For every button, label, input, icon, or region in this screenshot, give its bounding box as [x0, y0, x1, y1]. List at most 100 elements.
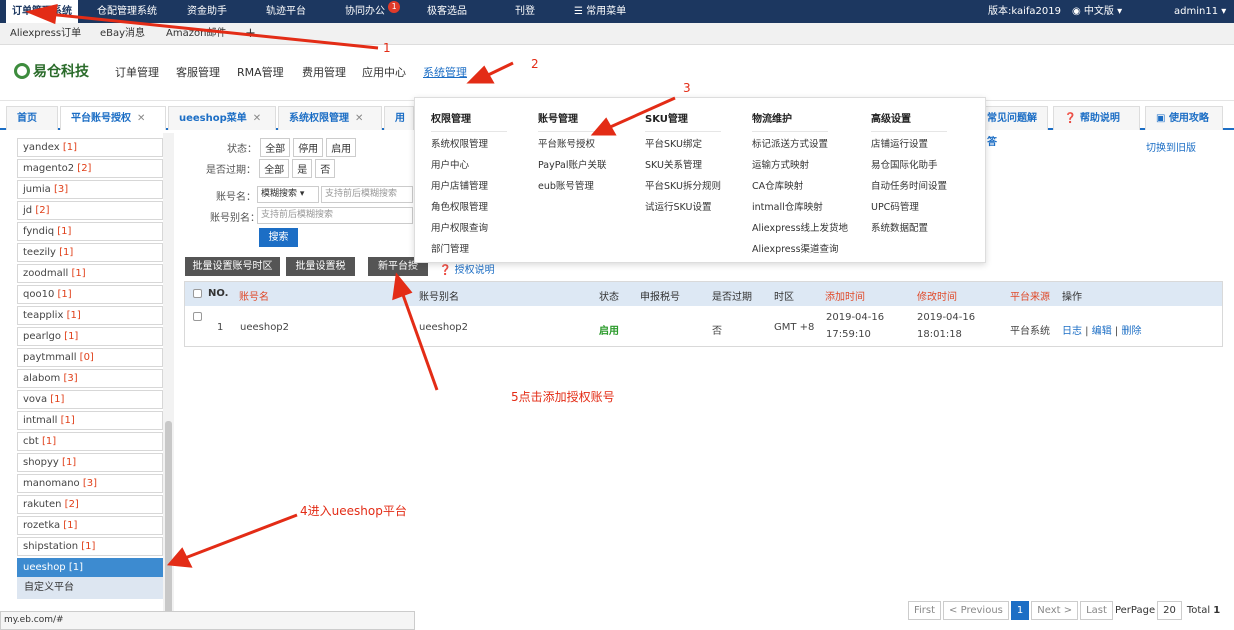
nav-apps[interactable]: 应用中心 [362, 64, 406, 80]
status-all-button[interactable]: 全部 [260, 138, 291, 157]
top-nav-tracking[interactable]: 轨迹平台 [266, 0, 306, 23]
menu-item[interactable]: 试运行SKU设置 [645, 201, 721, 222]
language-switch[interactable]: ◉ 中文版 ▾ [1072, 0, 1122, 23]
sidebar-group-custom[interactable]: 自定义平台 [17, 577, 163, 599]
prev-page-button[interactable]: < Previous [943, 601, 1009, 620]
sidebar-item-teezily[interactable]: teezily [1] [17, 243, 163, 262]
scrollbar-thumb[interactable] [165, 421, 172, 621]
tab-ueeshop-menu[interactable]: ueeshop菜单 ✕ [168, 106, 276, 130]
tab-home[interactable]: 首页 [6, 106, 58, 130]
menu-item[interactable]: UPC码管理 [871, 201, 947, 222]
log-link[interactable]: 日志 [1062, 326, 1082, 337]
user-menu[interactable]: admin11 ▾ [1174, 0, 1226, 23]
status-disabled-button[interactable]: 停用 [293, 138, 324, 157]
tab-guide[interactable]: ▣ 使用攻略 [1145, 106, 1223, 130]
menu-item[interactable]: Aliexpress渠道查询 [752, 243, 848, 264]
sidebar-item-alabom[interactable]: alabom [3] [17, 369, 163, 388]
tab-platform-auth[interactable]: 平台账号授权 ✕ [60, 106, 166, 130]
close-icon[interactable]: ✕ [355, 113, 363, 124]
sidebar-item-magento2[interactable]: magento2 [2] [17, 159, 163, 178]
status-enabled-button[interactable]: 启用 [326, 138, 357, 157]
top-nav-office[interactable]: 协同办公 1 [345, 0, 401, 23]
menu-item[interactable]: 用户中心 [431, 159, 507, 180]
delete-link[interactable]: 删除 [1121, 326, 1141, 337]
sidebar-item-vova[interactable]: vova [1] [17, 390, 163, 409]
nav-system[interactable]: 系统管理 [423, 64, 467, 80]
quick-tab-ebay[interactable]: eBay消息 [100, 23, 145, 45]
quick-tab-amazon[interactable]: Amazon邮件 [166, 23, 226, 45]
menu-item-platform-auth[interactable]: 平台账号授权 [538, 138, 614, 159]
sidebar-item-shipstation[interactable]: shipstation [1] [17, 537, 163, 556]
menu-item[interactable]: 自动任务时间设置 [871, 180, 947, 201]
batch-tax-button[interactable]: 批量设置税号 [286, 257, 355, 291]
sidebar-scrollbar[interactable] [163, 133, 174, 630]
close-icon[interactable]: ✕ [137, 113, 145, 124]
sidebar-item-shopyy[interactable]: shopyy [1] [17, 453, 163, 472]
tab-system-perm[interactable]: 系统权限管理 ✕ [278, 106, 382, 130]
sidebar-item-cbt[interactable]: cbt [1] [17, 432, 163, 451]
sidebar-item-jd[interactable]: jd [2] [17, 201, 163, 220]
sidebar-item-teapplix[interactable]: teapplix [1] [17, 306, 163, 325]
col-added-time[interactable]: 添加时间 [825, 288, 865, 303]
tab-user[interactable]: 用户 [384, 106, 414, 130]
menu-item[interactable]: 部门管理 [431, 243, 507, 264]
sidebar-item-intmall[interactable]: intmall [1] [17, 411, 163, 430]
expired-all-button[interactable]: 全部 [259, 159, 290, 178]
nav-order[interactable]: 订单管理 [115, 64, 159, 80]
menu-item[interactable]: Aliexpress线上发货地 [752, 222, 848, 243]
nav-fees[interactable]: 费用管理 [302, 64, 346, 80]
tab-faq[interactable]: 常见问题解答 [976, 106, 1048, 148]
menu-item[interactable]: 系统数据配置 [871, 222, 947, 243]
close-icon[interactable]: ✕ [253, 113, 261, 124]
perpage-input[interactable]: 20 [1157, 601, 1182, 620]
menu-item[interactable]: 角色权限管理 [431, 201, 507, 222]
account-input[interactable]: 支持前后模糊搜索 [321, 186, 413, 203]
menu-item[interactable]: 平台SKU拆分规则 [645, 180, 721, 201]
account-mode-select[interactable]: 模糊搜索 ▾ [257, 186, 319, 203]
top-nav-order-system[interactable]: 订单管理系统 [6, 0, 78, 23]
sidebar-item-ueeshop[interactable]: ueeshop [1] [17, 558, 163, 577]
top-nav-listing[interactable]: 刊登 [515, 0, 535, 23]
next-page-button[interactable]: Next > [1031, 601, 1079, 620]
menu-item[interactable]: 用户权限查询 [431, 222, 507, 243]
last-page-button[interactable]: Last [1080, 601, 1113, 620]
menu-item[interactable]: eub账号管理 [538, 180, 614, 201]
menu-item[interactable]: 店铺运行设置 [871, 138, 947, 159]
sidebar-item-jumia[interactable]: jumia [3] [17, 180, 163, 199]
current-page[interactable]: 1 [1010, 601, 1030, 620]
select-all-checkbox[interactable] [193, 289, 202, 298]
sidebar-item-pearlgo[interactable]: pearlgo [1] [17, 327, 163, 346]
quick-tab-aliexpress[interactable]: Aliexpress订单 [10, 23, 81, 45]
menu-item[interactable]: intmall仓库映射 [752, 201, 848, 222]
nav-service[interactable]: 客服管理 [176, 64, 220, 80]
top-nav-selection[interactable]: 极客选品 [427, 0, 467, 23]
menu-item[interactable]: 运输方式映射 [752, 159, 848, 180]
edit-link[interactable]: 编辑 [1092, 326, 1112, 337]
menu-item[interactable]: 用户店铺管理 [431, 180, 507, 201]
search-button[interactable]: 搜索 [259, 228, 298, 247]
nav-rma[interactable]: RMA管理 [237, 64, 284, 80]
switch-old-link[interactable]: 切换到旧版 [1146, 139, 1196, 154]
col-modified-time[interactable]: 修改时间 [917, 288, 957, 303]
row-checkbox[interactable] [193, 312, 202, 321]
col-account[interactable]: 账号名 [239, 288, 269, 303]
expired-no-button[interactable]: 否 [315, 159, 336, 178]
sidebar-item-qoo10[interactable]: qoo10 [1] [17, 285, 163, 304]
sidebar-item-paytmmall[interactable]: paytmmall [0] [17, 348, 163, 367]
sidebar-item-zoodmall[interactable]: zoodmall [1] [17, 264, 163, 283]
add-tab-button[interactable]: + [245, 23, 256, 45]
menu-item[interactable]: 标记派送方式设置 [752, 138, 848, 159]
top-nav-warehouse[interactable]: 仓配管理系统 [97, 0, 157, 23]
col-source[interactable]: 平台来源 [1010, 288, 1050, 303]
sidebar-item-fyndiq[interactable]: fyndiq [1] [17, 222, 163, 241]
first-page-button[interactable]: First [908, 601, 942, 620]
menu-item[interactable]: 平台SKU绑定 [645, 138, 721, 159]
sidebar-item-manomano[interactable]: manomano [3] [17, 474, 163, 493]
tab-help[interactable]: ❓ 帮助说明 [1053, 106, 1140, 130]
batch-timezone-button[interactable]: 批量设置账号时区 [185, 257, 280, 276]
sidebar-item-rakuten[interactable]: rakuten [2] [17, 495, 163, 514]
alias-input[interactable]: 支持前后模糊搜索 [257, 207, 413, 224]
menu-item[interactable]: 易仓国际化助手 [871, 159, 947, 180]
menu-item[interactable]: CA仓库映射 [752, 180, 848, 201]
menu-item[interactable]: PayPal账户关联 [538, 159, 614, 180]
